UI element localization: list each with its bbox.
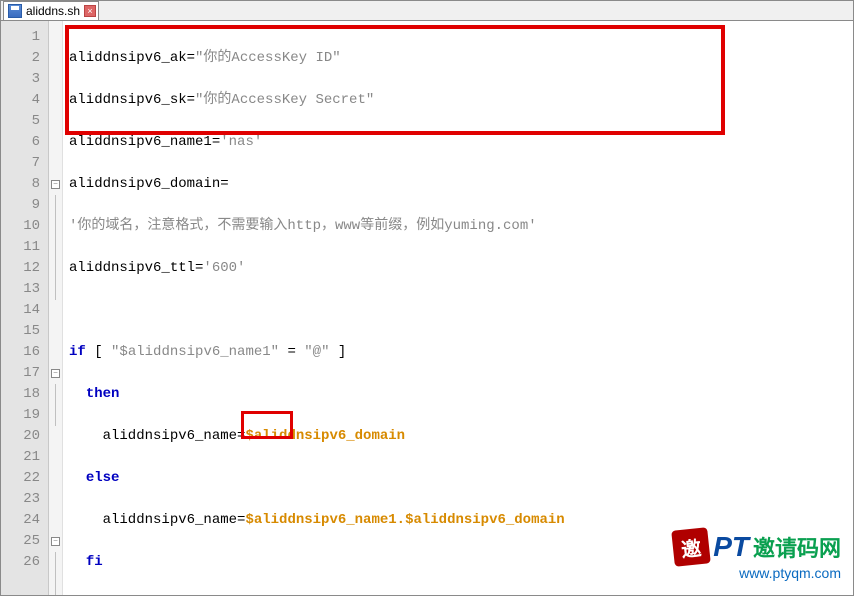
line-number: 21 (1, 447, 40, 468)
editor-area: 1234567891011121314151617181920212223242… (1, 21, 853, 595)
fold-column: −−− (49, 21, 63, 595)
line-number: 17 (1, 363, 40, 384)
line-number: 8 (1, 174, 40, 195)
line-number: 13 (1, 279, 40, 300)
line-number: 16 (1, 342, 40, 363)
line-number-gutter: 1234567891011121314151617181920212223242… (1, 21, 49, 595)
save-icon (8, 4, 22, 18)
line-number: 15 (1, 321, 40, 342)
code-area[interactable]: aliddnsipv6_ak="你的AccessKey ID" aliddnsi… (63, 21, 853, 595)
close-icon[interactable]: × (84, 5, 96, 17)
line-number: 2 (1, 48, 40, 69)
tab-filename: aliddns.sh (26, 4, 80, 18)
line-number: 1 (1, 27, 40, 48)
line-number: 22 (1, 468, 40, 489)
line-number: 14 (1, 300, 40, 321)
line-number: 6 (1, 132, 40, 153)
tab-bar: aliddns.sh × (1, 1, 853, 21)
line-number: 7 (1, 153, 40, 174)
line-number: 18 (1, 384, 40, 405)
line-number: 4 (1, 90, 40, 111)
line-number: 11 (1, 237, 40, 258)
line-number: 20 (1, 426, 40, 447)
line-number: 25 (1, 531, 40, 552)
line-number: 9 (1, 195, 40, 216)
line-number: 23 (1, 489, 40, 510)
line-number: 24 (1, 510, 40, 531)
line-number: 12 (1, 258, 40, 279)
line-number: 3 (1, 69, 40, 90)
line-number: 5 (1, 111, 40, 132)
file-tab[interactable]: aliddns.sh × (3, 1, 99, 20)
line-number: 26 (1, 552, 40, 573)
line-number: 10 (1, 216, 40, 237)
line-number: 19 (1, 405, 40, 426)
